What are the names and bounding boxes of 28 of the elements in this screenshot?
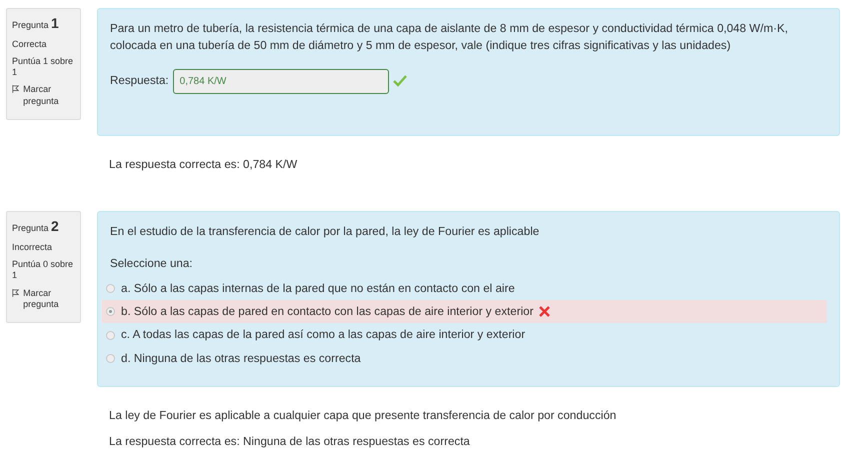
question-state: Correcta bbox=[12, 38, 48, 50]
question-number: 2 bbox=[51, 218, 59, 234]
radio-button[interactable] bbox=[106, 307, 115, 316]
option-text: a. Sólo a las capas internas de la pared que no están en contacto con el aire bbox=[121, 280, 515, 297]
question-label: Pregunta bbox=[12, 223, 49, 234]
feedback-text: La respuesta correcta es: Ninguna de las otras respuestas es correcta bbox=[109, 434, 471, 450]
radio-button[interactable] bbox=[106, 284, 115, 293]
option-text: c. A todas las capas de la pared así como a las capas de aire interior y exterior bbox=[121, 327, 526, 344]
question-state: Incorrecta bbox=[12, 242, 54, 254]
feedback-text: La respuesta correcta es: 0,784 K/W bbox=[109, 157, 298, 173]
radio-button[interactable] bbox=[106, 330, 115, 340]
question-text: Para un metro de tubería, la resistencia térmica de una capa de aislante de 8 mm de espesor y conductividad térmica 0,048 W/m·K, colocada en una tubería de 50 mm de diámetro y 5 mm de espesor, vale (indique tres cifras significativas y las unidades) bbox=[110, 21, 789, 54]
flag-icon[interactable] bbox=[12, 84, 20, 94]
option-text: d. Ninguna de las otras respuestas es correcta bbox=[121, 350, 361, 367]
question-label: Pregunta bbox=[12, 20, 49, 30]
answer-label: Respuesta: bbox=[110, 73, 169, 90]
question-text: En el estudio de la transferencia de calor por la pared, la ley de Fourier es aplicable bbox=[110, 224, 540, 240]
question-grade: Puntúa 0 sobre 1 bbox=[12, 259, 74, 282]
answer-field[interactable]: 0,784 K/W bbox=[172, 68, 389, 94]
feedback-text: La ley de Fourier es aplicable a cualquier capa que presente transferencia de calor por conducción bbox=[109, 408, 618, 424]
flag-link[interactable]: Marcar pregunta bbox=[23, 84, 75, 107]
question-number: 1 bbox=[51, 15, 59, 31]
radio-button[interactable] bbox=[106, 354, 115, 363]
option-text: b. Sólo a las capas de pared en contacto con las capas de aire interior y exterior bbox=[121, 304, 534, 320]
flag-icon[interactable] bbox=[12, 288, 20, 298]
question-grade: Puntúa 1 sobre 1 bbox=[12, 56, 74, 78]
select-prompt: Seleccione una: bbox=[110, 256, 194, 272]
flag-link[interactable]: Marcar pregunta bbox=[23, 288, 75, 310]
